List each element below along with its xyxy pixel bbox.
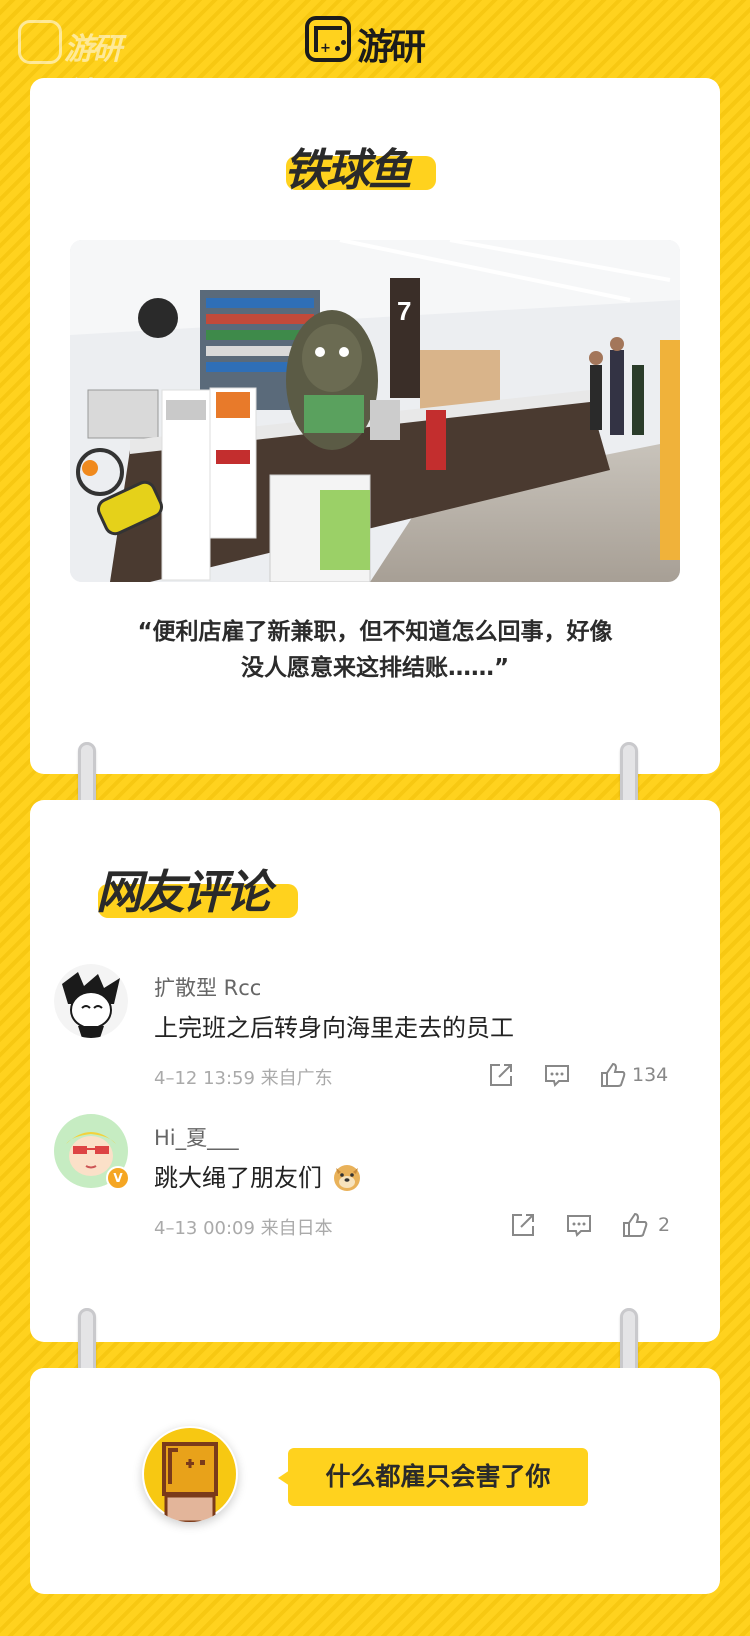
gamepad-logo-icon: +	[305, 16, 351, 62]
share-icon[interactable]	[486, 1060, 516, 1090]
quote-line-1: “便利店雇了新兼职，但不知道怎么回事，好像	[137, 619, 613, 645]
comment-item: 扩散型 Rcc 上完班之后转身向海里走去的员工 4–12 13:59 来自广东 …	[54, 964, 694, 1094]
speech-bubble: 什么都雇只会害了你	[278, 1448, 588, 1506]
like-count: 134	[632, 1064, 669, 1086]
story-quote: “便利店雇了新兼职，但不知道怎么回事，好像 没人愿意来这排结账……”	[90, 614, 660, 686]
story-title-block: 铁球鱼	[284, 134, 436, 198]
comment-item: V Hi_夏___ 跳大绳了朋友们 4–13 00:09 来自日本 2	[54, 1114, 694, 1244]
mascot-icon	[144, 1428, 236, 1522]
user-avatar-icon	[54, 964, 128, 1038]
store-sign-text: 7	[397, 296, 411, 326]
mascot-avatar	[142, 1426, 238, 1522]
like-count: 2	[658, 1214, 671, 1236]
comments-title-block: 网友评论	[96, 856, 298, 922]
avatar[interactable]: V	[54, 1114, 130, 1190]
quote-line-2: 没人愿意来这排结账……”	[240, 655, 510, 681]
verified-badge-icon: V	[106, 1166, 130, 1190]
comment-text-content: 跳大绳了朋友们	[154, 1164, 322, 1192]
comment-text: 跳大绳了朋友们	[154, 1158, 362, 1193]
watermark-logo: 游研社	[18, 14, 124, 111]
comment-meta: 4–13 00:09 来自日本	[154, 1218, 333, 1239]
comment-username[interactable]: Hi_夏___	[154, 1122, 239, 1152]
convenience-store-photo[interactable]: 7	[70, 240, 680, 582]
comment-icon[interactable]	[564, 1210, 594, 1240]
comments-title: 网友评论	[96, 865, 271, 919]
share-icon[interactable]	[508, 1210, 538, 1240]
doge-emoji-icon	[333, 1165, 360, 1191]
store-illustration: 7	[70, 240, 680, 582]
site-logo: + 游研社	[305, 14, 445, 120]
comment-meta: 4–12 13:59 来自广东	[154, 1068, 333, 1089]
avatar[interactable]	[54, 964, 128, 1038]
comments-card: 网友评论 扩散型 Rcc 上完班之后转身向海里走去的员工 4–12 13:59 …	[30, 800, 720, 1342]
gamepad-icon	[18, 20, 62, 64]
thumbs-up-icon[interactable]	[620, 1210, 650, 1240]
story-card: 铁球鱼 7 “便利店雇了新兼职，但不知道怎么回事，好像 没人愿意来这排结账……”	[30, 78, 720, 774]
footer-card: 什么都雇只会害了你	[30, 1368, 720, 1594]
comment-text: 上完班之后转身向海里走去的员工	[154, 1014, 514, 1042]
comment-icon[interactable]	[542, 1060, 572, 1090]
comment-username[interactable]: 扩散型 Rcc	[154, 972, 261, 1002]
thumbs-up-icon[interactable]	[598, 1060, 628, 1090]
story-title: 铁球鱼	[284, 145, 412, 196]
